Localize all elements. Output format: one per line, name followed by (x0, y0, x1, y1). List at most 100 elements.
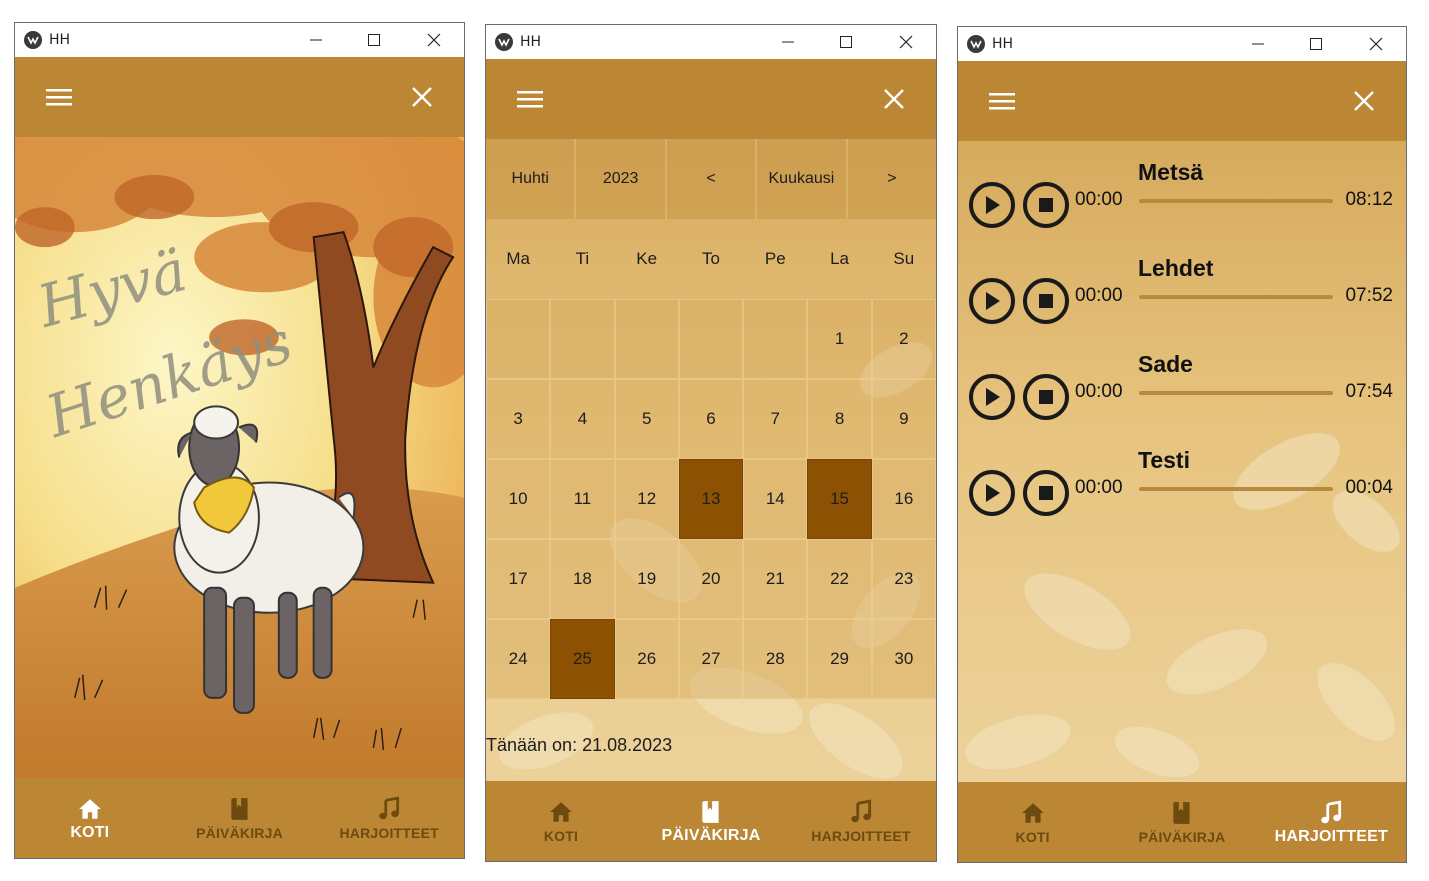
calendar-day[interactable]: 3 (486, 379, 551, 459)
calendar-day[interactable]: 14 (743, 459, 808, 539)
nav-home[interactable]: KOTI (15, 778, 165, 858)
close-icon (884, 89, 904, 109)
title-bar: HH (15, 23, 464, 57)
track-progress-slider[interactable] (1139, 487, 1333, 491)
calendar-day[interactable]: 22 (807, 539, 872, 619)
minimize-button[interactable] (764, 25, 812, 59)
track-title: Sade (1138, 351, 1193, 377)
nav-home-label: KOTI (70, 824, 110, 841)
window-diary: HH Huhti 2023 < Kuukausi > Ma Ti Ke To P… (485, 24, 937, 862)
month-selector[interactable]: Huhti (486, 139, 577, 219)
calendar-day[interactable]: 9 (871, 379, 936, 459)
calendar-day[interactable]: 2 (871, 299, 936, 379)
calendar-day[interactable]: 13 (678, 459, 744, 539)
nav-home[interactable]: KOTI (958, 782, 1107, 862)
calendar-day[interactable]: 5 (614, 379, 679, 459)
weekday-label: La (830, 249, 849, 268)
app-close-button[interactable] (882, 87, 906, 111)
calendar-day[interactable]: 30 (871, 619, 936, 699)
stop-button[interactable] (1023, 182, 1069, 228)
calendar-empty-cell (486, 299, 551, 379)
calendar-day[interactable]: 20 (678, 539, 744, 619)
app-close-button[interactable] (410, 85, 434, 109)
view-mode-button[interactable]: Kuukausi (757, 139, 848, 219)
calendar-day[interactable]: 17 (486, 539, 551, 619)
calendar-day[interactable]: 10 (486, 459, 551, 539)
calendar-day[interactable]: 1 (807, 299, 872, 379)
maximize-button[interactable] (350, 23, 398, 57)
stop-button[interactable] (1023, 470, 1069, 516)
window-close-button[interactable] (410, 23, 458, 57)
track-progress-slider[interactable] (1139, 391, 1333, 395)
stop-icon (1039, 294, 1053, 308)
calendar-grid: 1 2 3 4 5 6 7 8 9 10 11 12 13 14 15 16 17 18 19 20 21 22 23 24 2… (486, 299, 936, 699)
maximize-button[interactable] (822, 25, 870, 59)
calendar-day[interactable]: 4 (550, 379, 615, 459)
window-home: HH Hyvä Henkäys KOTI PÄIVÄKIRJA HARJOITT… (14, 22, 465, 859)
track-position: 00:00 (1075, 189, 1123, 210)
app-close-button[interactable] (1352, 89, 1376, 113)
home-icon (550, 802, 572, 822)
track-position: 00:00 (1075, 477, 1123, 498)
play-button[interactable] (969, 470, 1015, 516)
window-close-button[interactable] (882, 25, 930, 59)
calendar-day[interactable]: 8 (807, 379, 872, 459)
calendar-empty-cell (614, 299, 679, 379)
calendar-day[interactable]: 28 (743, 619, 808, 699)
minimize-button[interactable] (292, 23, 340, 57)
year-selector[interactable]: 2023 (576, 139, 667, 219)
stop-button[interactable] (1023, 278, 1069, 324)
nav-diary[interactable]: PÄIVÄKIRJA (165, 778, 315, 858)
calendar-day[interactable]: 24 (486, 619, 551, 699)
calendar-day[interactable]: 21 (743, 539, 808, 619)
calendar-day[interactable]: 29 (807, 619, 872, 699)
nav-diary-label: PÄIVÄKIRJA (196, 825, 283, 841)
play-button[interactable] (969, 182, 1015, 228)
nav-exercises[interactable]: HARJOITTEET (786, 781, 936, 861)
prev-month-button[interactable]: < (666, 139, 758, 219)
maximize-button[interactable] (1292, 27, 1340, 61)
nav-home[interactable]: KOTI (486, 781, 636, 861)
track-duration: 00:04 (1345, 477, 1393, 498)
calendar-day[interactable]: 27 (678, 619, 744, 699)
calendar-day[interactable]: 15 (807, 459, 872, 539)
track-duration: 07:54 (1345, 381, 1393, 402)
track-progress-slider[interactable] (1139, 199, 1333, 203)
menu-button[interactable] (45, 86, 73, 108)
calendar-day[interactable]: 18 (550, 539, 615, 619)
play-button[interactable] (969, 374, 1015, 420)
calendar-header: Huhti 2023 < Kuukausi > (486, 139, 936, 219)
music-note-icon (1321, 800, 1342, 824)
play-button[interactable] (969, 278, 1015, 324)
app-icon (967, 35, 985, 53)
calendar-day[interactable]: 6 (678, 379, 744, 459)
app-icon (495, 33, 513, 51)
window-title: HH (992, 36, 1014, 52)
calendar-day[interactable]: 26 (614, 619, 679, 699)
calendar-day[interactable]: 25 (550, 619, 615, 699)
calendar-day[interactable]: 23 (871, 539, 936, 619)
track-title: Metsä (1138, 159, 1204, 185)
calendar-day[interactable]: 7 (743, 379, 808, 459)
next-month-button[interactable]: > (847, 139, 936, 219)
track-row: Metsä 00:00 08:12 (958, 159, 1406, 255)
hamburger-icon (46, 89, 72, 106)
calendar-day[interactable]: 16 (871, 459, 936, 539)
stop-button[interactable] (1023, 374, 1069, 420)
calendar-day[interactable]: 12 (614, 459, 679, 539)
play-icon (986, 196, 1000, 214)
calendar-day[interactable]: 19 (614, 539, 679, 619)
close-icon (412, 87, 432, 107)
minimize-button[interactable] (1234, 27, 1282, 61)
nav-diary[interactable]: PÄIVÄKIRJA (1107, 782, 1256, 862)
nav-diary[interactable]: PÄIVÄKIRJA (636, 781, 786, 861)
window-close-button[interactable] (1352, 27, 1400, 61)
top-bar (15, 57, 464, 137)
window-title: HH (49, 32, 71, 48)
menu-button[interactable] (988, 90, 1016, 112)
menu-button[interactable] (516, 88, 544, 110)
calendar-day[interactable]: 11 (550, 459, 615, 539)
nav-exercises[interactable]: HARJOITTEET (314, 778, 464, 858)
nav-exercises[interactable]: HARJOITTEET (1257, 782, 1406, 862)
track-progress-slider[interactable] (1139, 295, 1333, 299)
